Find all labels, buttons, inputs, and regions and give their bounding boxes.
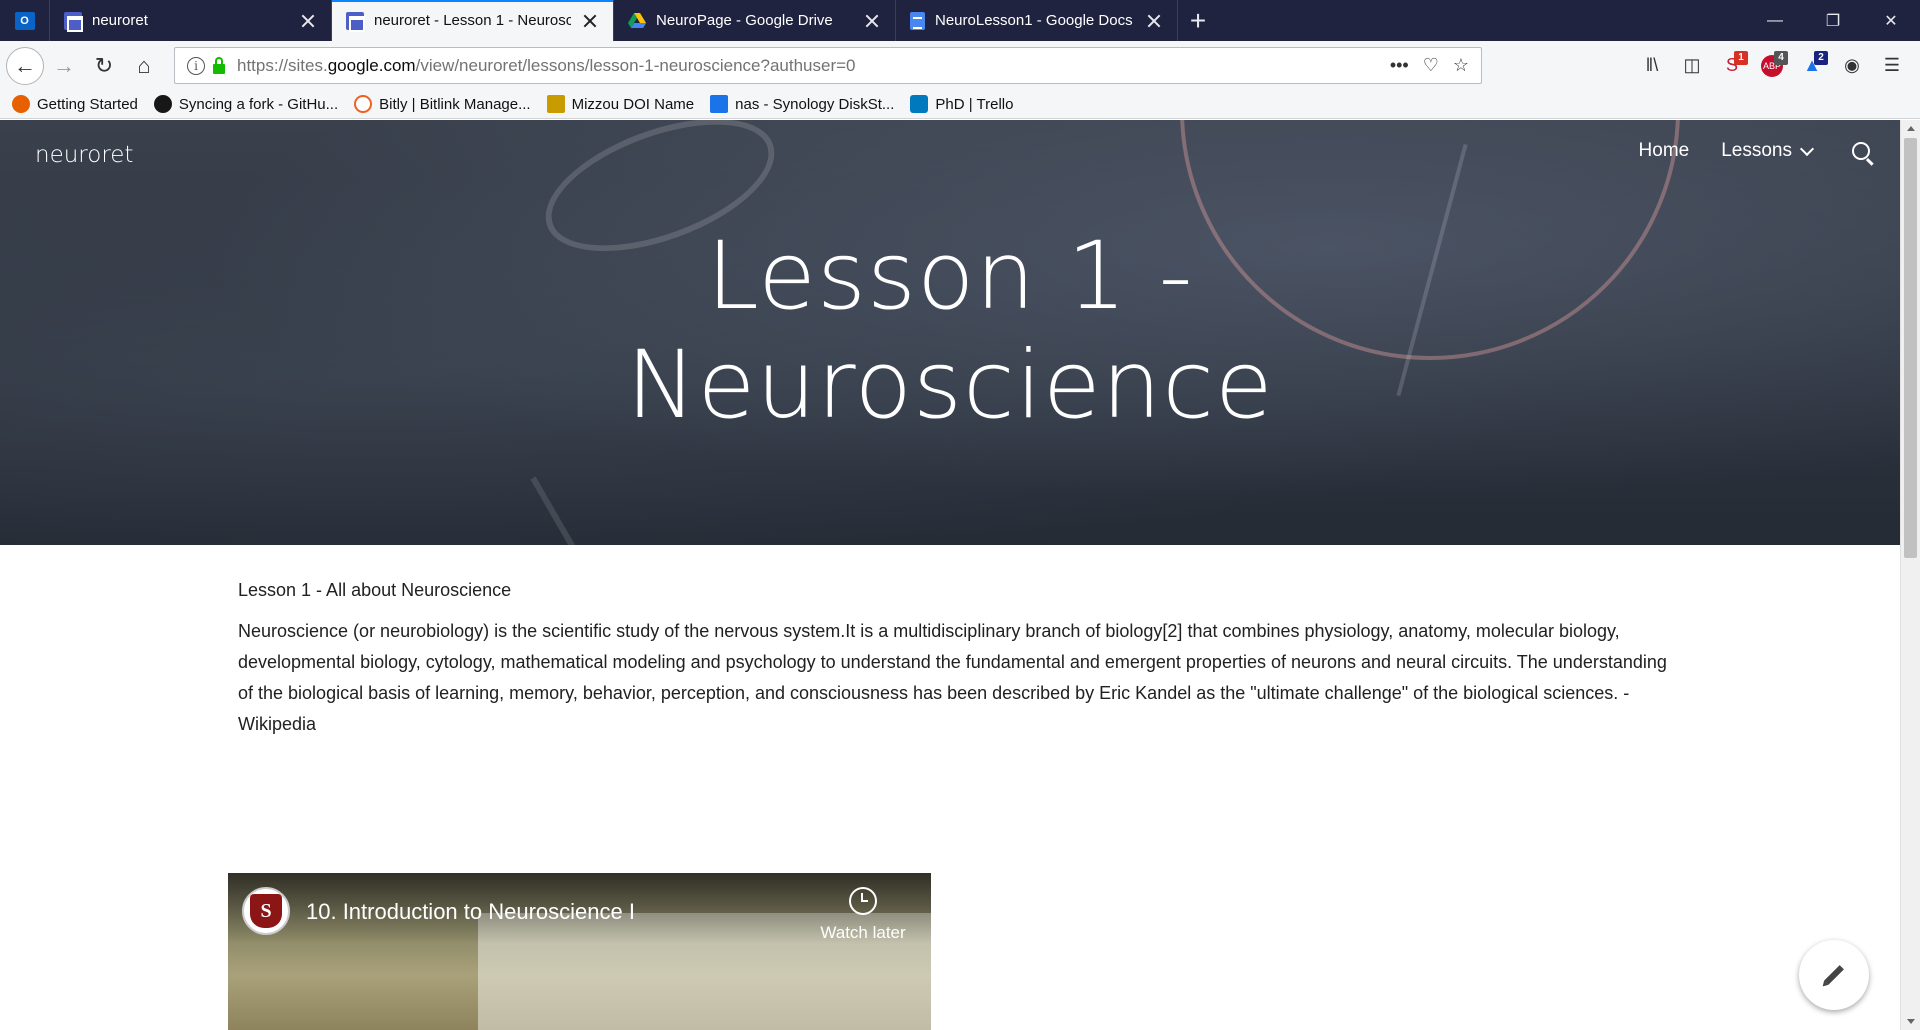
tab-title: neuroret - Lesson 1 - Neuroscie [374, 12, 571, 29]
hero-banner: neuroret Home Lessons Lesson 1 - Neurosc… [0, 120, 1900, 545]
bookmark-github[interactable]: Syncing a fork - GitHu... [153, 95, 338, 113]
bookmark-synology[interactable]: nas - Synology DiskSt... [710, 95, 894, 113]
menu-icon[interactable]: ☰ [1876, 50, 1908, 82]
close-icon[interactable] [299, 12, 317, 30]
bookmark-star-icon[interactable]: ☆ [1453, 55, 1469, 76]
extension-icon[interactable]: ▲ 2 [1796, 50, 1828, 82]
pocket-icon[interactable]: ♡ [1423, 55, 1439, 76]
page-scrollbar[interactable] [1900, 120, 1920, 1030]
lesson-subtitle: Lesson 1 - All about Neuroscience [238, 580, 512, 600]
mizzou-icon [546, 95, 565, 113]
navigation-bar: ← → ↻ ⌂ i https://sites.google.com/view/… [0, 41, 1920, 90]
watch-later-label: Watch later [820, 923, 906, 942]
page-actions-icon[interactable]: ••• [1390, 55, 1409, 76]
search-icon[interactable] [1852, 142, 1870, 160]
bookmarks-toolbar: Getting Started Syncing a fork - GitHu..… [0, 90, 1920, 119]
pencil-icon [1824, 965, 1844, 985]
tab-title: NeuroPage - Google Drive [656, 12, 833, 29]
lock-icon [213, 56, 225, 74]
minimize-button[interactable]: — [1746, 0, 1804, 41]
bitly-icon [354, 95, 373, 113]
home-button[interactable]: ⌂ [124, 46, 164, 86]
tab-title: NeuroLesson1 - Google Docs [935, 12, 1133, 29]
google-sites-icon [64, 11, 83, 32]
scrollbar-thumb[interactable] [1904, 138, 1917, 558]
google-drive-icon [628, 12, 646, 28]
nav-lessons-label: Lessons [1721, 140, 1792, 161]
site-navigation: Home Lessons [1639, 140, 1870, 162]
bookmark-bitly[interactable]: Bitly | Bitlink Manage... [354, 95, 531, 113]
sidebar-icon[interactable]: ◫ [1676, 50, 1708, 82]
chevron-down-icon [1799, 141, 1815, 156]
channel-logo[interactable]: S [242, 887, 290, 935]
channel-logo-letter: S [250, 894, 282, 928]
video-title[interactable]: 10. Introduction to Neuroscience I [306, 899, 635, 925]
tab-lesson-1[interactable]: neuroret - Lesson 1 - Neuroscie [332, 0, 614, 41]
bookmark-mizzou-doi[interactable]: Mizzou DOI Name [546, 95, 694, 113]
scroll-down-arrow[interactable] [1907, 1019, 1915, 1024]
trello-icon [910, 95, 929, 113]
sync-badge: 1 [1734, 50, 1748, 65]
tab-google-docs[interactable]: NeuroLesson1 - Google Docs [896, 0, 1178, 41]
adblock-badge: 4 [1774, 50, 1788, 65]
nav-lessons-dropdown[interactable]: Lessons [1721, 140, 1815, 162]
close-icon[interactable] [863, 12, 881, 30]
reload-button[interactable]: ↻ [84, 46, 124, 86]
url-text[interactable]: https://sites.google.com/view/neuroret/l… [237, 56, 856, 76]
clock-icon [849, 887, 877, 915]
tab-strip: O neuroret neuroret - Lesson 1 - Neurosc… [0, 0, 1920, 41]
web-page: neuroret Home Lessons Lesson 1 - Neurosc… [0, 120, 1900, 1030]
info-icon[interactable]: i [187, 56, 205, 75]
close-icon[interactable] [581, 12, 599, 30]
extension-badge: 2 [1814, 50, 1828, 65]
back-button[interactable]: ← [6, 46, 44, 85]
tab-neuroret[interactable]: neuroret [50, 0, 332, 41]
adblock-icon[interactable]: ABP 4 [1756, 50, 1788, 82]
sync-extension-icon[interactable]: S1 [1716, 50, 1748, 82]
page-title-line-1: Lesson 1 - [706, 222, 1194, 331]
library-icon[interactable]: ‖\ [1636, 50, 1668, 82]
nav-home-link[interactable]: Home [1639, 140, 1690, 162]
new-tab-button[interactable]: + [1178, 0, 1218, 41]
tab-google-drive[interactable]: NeuroPage - Google Drive [614, 0, 896, 41]
main-content: Lesson 1 - All about Neuroscience Neuros… [238, 580, 1678, 740]
page-title: Lesson 1 - Neuroscience [0, 222, 1900, 440]
close-icon[interactable] [1145, 12, 1163, 30]
address-bar[interactable]: i https://sites.google.com/view/neuroret… [174, 47, 1482, 84]
bookmark-trello[interactable]: PhD | Trello [910, 95, 1013, 113]
chalk-line-decoration [530, 476, 596, 545]
window-controls: — ❐ ✕ [1746, 0, 1920, 41]
google-sites-icon [346, 11, 365, 32]
bookmark-getting-started[interactable]: Getting Started [12, 95, 138, 113]
account-icon[interactable]: ◉ [1836, 50, 1868, 82]
forward-button[interactable]: → [44, 46, 84, 86]
window-close-button[interactable]: ✕ [1862, 0, 1920, 41]
github-icon [153, 95, 172, 113]
edit-button[interactable] [1799, 940, 1869, 1010]
page-title-line-2: Neuroscience [626, 331, 1274, 440]
scroll-up-arrow[interactable] [1907, 126, 1915, 131]
site-name[interactable]: neuroret [35, 142, 133, 168]
pinned-tab-outlook[interactable]: O [0, 0, 50, 41]
watch-later-button[interactable]: Watch later [813, 887, 913, 943]
toolbar-icons: ‖\ ◫ S1 ABP 4 ▲ 2 ◉ ☰ [1636, 41, 1920, 90]
youtube-video-embed[interactable]: S 10. Introduction to Neuroscience I Wat… [228, 873, 931, 1030]
restore-button[interactable]: ❐ [1804, 0, 1862, 41]
lesson-paragraph: Neuroscience (or neurobiology) is the sc… [238, 621, 1667, 734]
outlook-icon: O [14, 11, 35, 30]
firefox-icon [12, 95, 30, 113]
synology-icon [710, 95, 729, 113]
tab-title: neuroret [92, 12, 148, 29]
google-docs-icon [910, 11, 925, 30]
